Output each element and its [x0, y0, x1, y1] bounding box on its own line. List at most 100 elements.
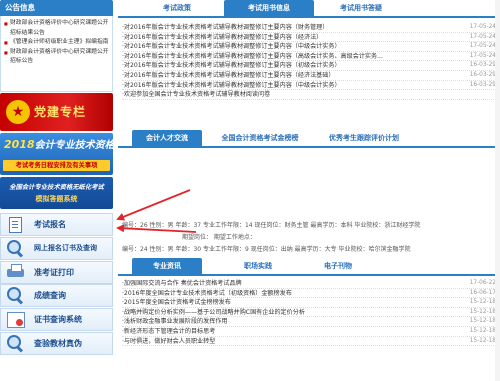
news-title[interactable]: ·加强国际交流与合作 奏优会计资格考试品牌 [122, 279, 242, 288]
talent-expectation: 期望岗位： 期望工作地点： [182, 234, 256, 241]
news-title[interactable]: ·2016年度全国会计专业技术资格考试（初级资格）金额榜发布 [122, 289, 292, 298]
news-title[interactable]: ·对2016年版会计专业技术资格考试辅导教材调整修订主要内容（财务管理） [122, 23, 328, 32]
party-emblem-icon: ★ [6, 100, 30, 124]
tab-exam-policy[interactable]: 考试政策 [132, 0, 222, 16]
document-icon [9, 216, 22, 233]
news-row[interactable]: ·战略并购定价分析实例——基于公司战略并购C国有企业的定价分析 15-12-18 [122, 308, 496, 318]
news-row[interactable]: ·加强国际交流与合作 奏优会计资格考试品牌 17-06-22 [122, 279, 496, 289]
side-nav-label: 证书查询系统 [34, 315, 82, 325]
news-row[interactable]: ·对2016年版会计专业技术资格考试辅导教材调整修订主要内容（经济法基础） 16-… [122, 71, 496, 81]
news-title[interactable]: ·与时俱进，做好财会人员职业转型 [122, 337, 215, 346]
mock-exam-banner[interactable]: 全国会计专业技术资格无纸化考试 模拟答题系统 [0, 177, 113, 209]
exam-2018-banner[interactable]: 2018会计专业技术资格 考试考务日程安排及有关事项 [0, 133, 113, 175]
tab-e-journal[interactable]: 电子刊物 [308, 258, 368, 274]
top-tabbar: 考试政策 考试用书信息 考试用书答疑 [118, 0, 500, 18]
news-date: 16-03-29 [469, 71, 496, 78]
news-title[interactable]: ·对2016年版会计专业技术资格考试辅导教材调整修订主要内容（高级会计实务、高级… [122, 52, 383, 61]
news-title[interactable]: ·2015年度全国会计资格考试金榜榜发布 [122, 298, 231, 307]
notice-item-text[interactable]: 财政部会计资格评价中心研究课题公开招标公告 [10, 48, 109, 67]
tab-workplace-practice[interactable]: 职场实践 [228, 258, 288, 274]
tab-excellent-candidate-tracking[interactable]: 优秀考生跟踪评价计划 [314, 130, 414, 146]
news-date: 16-06-17 [469, 289, 496, 296]
news-title[interactable]: ·战略并购定价分析实例——基于公司战略并购C国有企业的定价分析 [122, 308, 305, 317]
news-title[interactable]: ·对2016年版会计专业技术资格考试辅导教材调整修订主要内容（中级会计实务） [122, 42, 341, 51]
exam-banner-subtitle: 考试考务日程安排及有关事项 [3, 160, 110, 171]
side-nav-label: 网上报名订书及查询 [34, 244, 97, 253]
notice-item[interactable]: ■ 《管理会计师初级职业主理》拟编指南 [4, 38, 109, 48]
textbook-verify-button[interactable]: 查验教材真伪 [0, 331, 113, 355]
notice-item-text[interactable]: 《管理会计师初级职业主理》拟编指南 [10, 38, 109, 48]
notice-header: 公告信息 [0, 0, 113, 16]
news-title[interactable]: ·新经济形态下管理会计的目标思考 [122, 327, 215, 336]
magnifier-icon [6, 287, 26, 304]
talent-entry[interactable]: 编号：26 性别：男 年龄：37 专业工作年限：14 现任岗位：财务主管 最高学… [122, 220, 496, 232]
mock-banner-line1: 全国会计专业技术资格无纸化考试 [9, 184, 104, 191]
main-content: 考试政策 考试用书信息 考试用书答疑 ·对2016年版会计专业技术资格考试辅导教… [118, 0, 500, 381]
notice-item[interactable]: ■ 财政部会计资格评价中心研究课题公开招标公告 [4, 48, 109, 67]
news-date: 15-12-18 [469, 327, 496, 334]
exam-banner-title: 2018会计专业技术资格 [4, 136, 113, 151]
party-banner-text: 党建专栏 [34, 105, 87, 119]
printer-icon [6, 263, 26, 281]
talent-list: 编号：26 性别：男 年龄：37 专业工作年限：14 现任岗位：财务主管 最高学… [122, 220, 496, 256]
news-title[interactable]: ·对2016年版会计专业技术资格考试辅导教材调整修订主要内容（经济法基础） [122, 71, 334, 80]
magnifier-icon [6, 334, 26, 352]
side-nav-label: 准考证打印 [34, 267, 74, 277]
news-date: 17-05-24 [469, 24, 496, 30]
admission-ticket-print-button[interactable]: 准考证打印 [0, 260, 113, 284]
talent-entry[interactable]: 编号：24 性别：男 年龄：30 专业工作年限：9 现任岗位：出纳 最高学历：大… [122, 244, 496, 256]
magnifier-icon [6, 239, 26, 257]
online-registration-query-button[interactable]: 网上报名订书及查询 [0, 236, 113, 260]
news-title[interactable]: ·浅析财政金融事业发展阶段的发挥作用 [122, 317, 228, 326]
news-date: 16-03-29 [469, 81, 496, 88]
tab-talent-exchange[interactable]: 会计人才交流 [132, 130, 202, 146]
news-row[interactable]: ·对2016年版会计专业技术资格考试辅导教材调整修订主要内容（经济法） 17-05… [122, 33, 496, 43]
top-news-list: ·对2016年版会计专业技术资格考试辅导教材调整修订主要内容（财务管理） 17-0… [118, 18, 500, 100]
news-row[interactable]: ·与时俱进，做好财会人员职业转型 15-12-18 [122, 337, 496, 347]
news-date: 17-05-24 [469, 52, 496, 59]
side-nav: 考试报名 网上报名订书及查询 准考证打印 成绩查询 证书查询系统 查验教材真伪 [0, 213, 113, 356]
news-row[interactable]: ·2015年度全国会计资格考试金榜榜发布 15-12-18 [122, 298, 496, 308]
news-date: 17-05-24 [469, 33, 496, 40]
scrollbar[interactable] [495, 0, 500, 381]
news-row[interactable]: ·对2016年版会计专业技术资格考试辅导教材调整修订主要内容（中级会计实务） 16… [122, 81, 496, 91]
notice-item-text[interactable]: 财政部会计资格评价中心研究课题公开招标结果公告 [10, 19, 109, 38]
talent-tabbar: 会计人才交流 全国会计资格考试金榜榜 优秀考生跟踪评价计划 [118, 130, 500, 148]
news-date: 17-05-24 [469, 43, 496, 50]
news-row[interactable]: ·2016年度全国会计专业技术资格考试（初级资格）金额榜发布 16-06-17 [122, 289, 496, 299]
exam-banner-title-text: 会计专业技术资格 [34, 140, 113, 151]
exam-registration-button[interactable]: 考试报名 [0, 213, 113, 236]
tab-exam-honor-roll[interactable]: 全国会计资格考试金榜榜 [212, 130, 308, 146]
news-title[interactable]: ·欢迎参加全国会计专业技术资格考试辅导教材阅读问卷 [122, 90, 270, 99]
side-nav-label: 成绩查询 [34, 291, 66, 301]
news-row[interactable]: ·浅析财政金融事业发展阶段的发挥作用 15-12-18 [122, 317, 496, 327]
news-date: 15-12-18 [469, 308, 496, 315]
tab-exam-books[interactable]: 考试用书信息 [224, 0, 314, 16]
party-building-banner[interactable]: ★ 党建专栏 [0, 93, 113, 131]
news-date: 17-06-22 [469, 280, 496, 286]
exam-banner-year: 2018 [4, 138, 35, 151]
news-date: 15-12-18 [469, 299, 496, 306]
news-row[interactable]: ·对2016年版会计专业技术资格考试辅导教材调整修订主要内容（中级会计实务） 17… [122, 42, 496, 52]
news-title[interactable]: ·对2016年版会计专业技术资格考试辅导教材调整修订主要内容（初级会计实务） [122, 61, 341, 70]
notice-item[interactable]: ■ 财政部会计资格评价中心研究课题公开招标结果公告 [4, 19, 109, 38]
news-date: 16-03-29 [469, 62, 496, 69]
news-date: 15-12-18 [469, 318, 496, 325]
news-row[interactable]: ·欢迎参加全国会计专业技术资格考试辅导教材阅读问卷 [122, 90, 496, 100]
news-row[interactable]: ·对2016年版会计专业技术资格考试辅导教材调整修订主要内容（财务管理） 17-0… [122, 23, 496, 33]
tab-exam-books-faq[interactable]: 考试用书答疑 [316, 0, 406, 16]
certificate-query-button[interactable]: 证书查询系统 [0, 308, 113, 332]
bottom-news-list: ·加强国际交流与合作 奏优会计资格考试品牌 17-06-22 ·2016年度全国会… [122, 279, 496, 347]
news-title[interactable]: ·对2016年版会计专业技术资格考试辅导教材调整修订主要内容（经济法） [122, 33, 322, 42]
side-nav-label: 考试报名 [34, 220, 66, 229]
notice-list: ■ 财政部会计资格评价中心研究课题公开招标结果公告 ■ 《管理会计师初级职业主理… [0, 16, 113, 92]
bottom-tabbar: 专业资讯 职场实践 电子刊物 [118, 258, 500, 276]
tab-professional-news[interactable]: 专业资讯 [132, 258, 202, 274]
news-title[interactable]: ·对2016年版会计专业技术资格考试辅导教材调整修订主要内容（中级会计实务） [122, 81, 341, 90]
certificate-icon [6, 311, 26, 329]
score-query-button[interactable]: 成绩查询 [0, 284, 113, 308]
side-nav-label: 查验教材真伪 [34, 338, 82, 348]
news-row[interactable]: ·新经济形态下管理会计的目标思考 15-12-18 [122, 327, 496, 337]
news-row[interactable]: ·对2016年版会计专业技术资格考试辅导教材调整修订主要内容（初级会计实务） 16… [122, 61, 496, 71]
news-row[interactable]: ·对2016年版会计专业技术资格考试辅导教材调整修订主要内容（高级会计实务、高级… [122, 52, 496, 62]
